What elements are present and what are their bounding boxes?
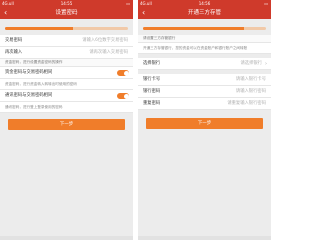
custody-description: 开通三方存管银行，您的资金可以在资金账户和银行账户之间转账: [138, 43, 271, 54]
field-label: 银行卡号: [143, 77, 161, 82]
toggle-label: 资金密码与交易密码相同: [5, 70, 53, 75]
field-label: 再次输入: [5, 50, 23, 55]
status-time: 14:55: [60, 1, 73, 6]
status-bar: 4G.ull 14:56 ▭: [138, 0, 271, 7]
bank-select-placeholder[interactable]: 请选择银行: [241, 58, 262, 70]
toggle-knob: [123, 93, 129, 99]
page-title: 开通三方存管: [187, 10, 221, 16]
trade-password-field[interactable]: 交易密码 请输入6位数字交易密码: [0, 35, 133, 47]
chevron-right-icon: ›: [265, 61, 267, 67]
toggle-knob: [123, 70, 129, 76]
comm-password-toggle[interactable]: [117, 93, 129, 99]
toggle-label: 通讯密码与交易密码相同: [5, 93, 53, 98]
field-placeholder[interactable]: 请输入银行卡号: [236, 74, 266, 86]
comm-password-description: 通讯密码，进行登上登录使用的密码: [0, 102, 133, 113]
bank-form: 银行卡号 请输入银行卡号 银行密码 请输入银行密码 重复密码 请重复输入银行密码: [138, 74, 271, 110]
custody-bank-note: 请设置三方存管银行: [138, 35, 271, 43]
fund-password-toggle[interactable]: [117, 70, 129, 76]
select-bank-row[interactable]: 选择银行 请选择银行 ›: [138, 58, 271, 70]
repeat-password-field[interactable]: 重复密码 请重复输入银行密码: [138, 98, 271, 110]
field-label: 选择银行: [143, 61, 161, 66]
password-form: 交易密码 请输入6位数字交易密码 再次输入 请再次输入交易密码: [0, 35, 133, 59]
field-placeholder[interactable]: 请重复输入银行密码: [227, 98, 266, 110]
next-button[interactable]: 下一步: [8, 119, 125, 130]
battery-icon: ▭: [126, 1, 130, 6]
field-placeholder[interactable]: 请输入银行密码: [236, 86, 266, 98]
field-label: 银行密码: [143, 89, 161, 94]
next-button[interactable]: 下一步: [146, 118, 263, 129]
field-label: 重复密码: [143, 101, 161, 106]
right-screen: 4G.ull 14:56 ▭ ‹ 开通三方存管 请设置三方存管银行 开通三方存管…: [138, 0, 271, 240]
nav-bar: ‹ 设置密码: [0, 7, 133, 19]
field-placeholder[interactable]: 请再次输入交易密码: [89, 47, 128, 59]
confirm-password-field[interactable]: 再次输入 请再次输入交易密码: [0, 47, 133, 59]
left-screen: 4G.ull 14:55 ▭ ‹ 设置密码 交易密码 请输入6位数字交易密码 再…: [0, 0, 133, 240]
status-bar: 4G.ull 14:55 ▭: [0, 0, 133, 7]
page-title: 设置密码: [55, 10, 78, 16]
fund-password-toggle-row: 资金密码与交易密码相同: [0, 67, 133, 79]
home-indicator: [0, 236, 133, 240]
bank-password-field[interactable]: 银行密码 请输入银行密码: [138, 86, 271, 98]
comm-password-toggle-row: 通讯密码与交易密码相同: [0, 90, 133, 102]
status-time: 14:56: [198, 1, 211, 6]
field-label: 交易密码: [5, 38, 23, 43]
home-indicator: [138, 236, 271, 240]
bank-card-number-field[interactable]: 银行卡号 请输入银行卡号: [138, 74, 271, 86]
nav-bar: ‹ 开通三方存管: [138, 7, 271, 19]
field-placeholder[interactable]: 请输入6位数字交易密码: [82, 35, 128, 47]
fund-password-description: 资金密码，进行资金转入转转出时使用的密码: [0, 79, 133, 90]
battery-icon: ▭: [264, 1, 268, 6]
fund-password-note: 资金密码，进行设置资金密码的操作: [0, 59, 133, 67]
